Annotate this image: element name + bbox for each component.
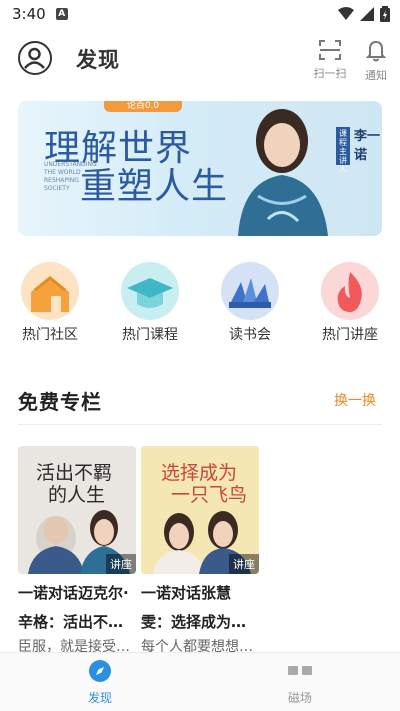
wifi-icon [338,7,354,20]
card-subtitle: 雯：选择成为… [141,613,247,631]
notify-label: 通知 [365,69,387,82]
scan-label: 扫一扫 [313,67,347,80]
nav-discover[interactable]: 发现 [40,659,160,706]
category-book-club[interactable]: 读书会 [210,262,290,344]
bell-icon [365,40,387,62]
user-icon [24,47,45,69]
nav-field[interactable]: 磁场 [240,659,360,706]
status-bar: 3:40 A [0,0,400,28]
column-card[interactable]: 活出不羁 的人生 讲座 一诺对话迈克尔· 辛格：活出不… 臣服，就是接受… [18,446,136,655]
card-title: 一诺对话迈克尔· [18,584,129,602]
banner-english-text: UNDERSTANDING THE WORLD RESHAPING SOCIET… [44,161,97,192]
notification-button[interactable]: 通知 [354,40,398,82]
card-cover: 选择成为 一只飞鸟 讲座 [141,446,259,574]
card-tag: 讲座 [229,554,259,574]
promo-banner[interactable]: 论百0.0 理解世界 重塑人生 UNDERSTANDING THE WORLD … [18,101,382,236]
flame-icon [321,262,379,320]
host-tag: 课程主讲人 [336,127,350,174]
battery-icon [380,6,390,22]
column-card[interactable]: 选择成为 一只飞鸟 讲座 一诺对话张慧 雯：选择成为… 每个人都要想想… [141,446,259,655]
card-cover: 活出不羁 的人生 讲座 [18,446,136,574]
nav-discover-label: 发现 [87,691,112,705]
divider [18,424,382,425]
banner-tag: 论百0.0 [104,101,182,112]
cover-title-2: 的人生 [48,484,106,506]
banner-headline-2: 重塑人生 [80,166,229,207]
status-time: 3:40 [12,5,46,23]
avatar[interactable] [18,41,52,75]
card-subtitle: 辛格：活出不… [18,613,124,631]
section-title: 免费专栏 [18,390,102,414]
card-title: 一诺对话张慧 [141,584,232,602]
host-name: 李一诺 [354,129,381,163]
app-notification-icon: A [55,8,68,20]
house-icon [21,262,79,320]
app-header: 发现 扫一扫 通知 [0,36,400,84]
category-label: 热门社区 [22,327,78,343]
refresh-button[interactable]: 换一换 [334,390,376,410]
compass-icon [89,660,111,682]
category-label: 热门讲座 [322,327,378,343]
nav-field-label: 磁场 [287,691,312,705]
category-hot-course[interactable]: 热门课程 [110,262,190,344]
category-label: 热门课程 [122,327,178,343]
bottom-nav: 发现 磁场 [0,652,400,711]
category-hot-community[interactable]: 热门社区 [10,262,90,344]
category-label: 读书会 [229,327,271,343]
signal-icon [360,7,374,21]
scan-button[interactable]: 扫一扫 [308,40,352,80]
grid-icon [288,666,312,675]
category-grid: 热门社区 热门课程 读书会 热门讲座 [0,262,400,344]
card-tag: 讲座 [106,554,136,574]
status-right-icons [338,6,390,22]
page-title: 发现 [76,48,120,72]
category-hot-lecture[interactable]: 热门讲座 [310,262,390,344]
host-portrait-image [238,109,328,236]
books-icon [221,262,279,320]
cover-title-2: 一只飞鸟 [171,484,248,506]
scan-icon [319,40,341,60]
graduation-cap-icon [121,262,179,320]
